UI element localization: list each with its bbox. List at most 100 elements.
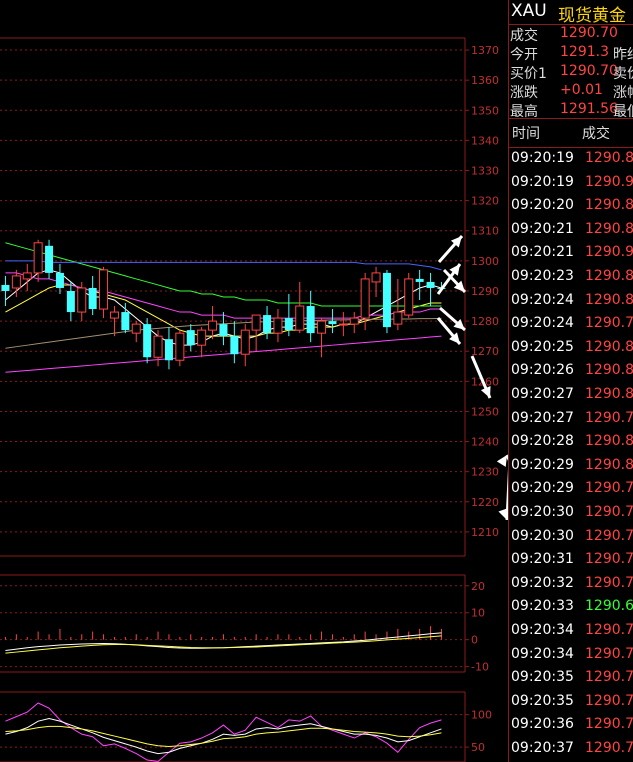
y-tick-label: 1310 — [471, 225, 499, 238]
tick-time: 09:20:34 — [511, 622, 574, 638]
tick-row: 09:20:34 1290.71 — [509, 643, 633, 666]
tick-row: 09:20:34 1290.70 — [509, 619, 633, 642]
candle-body — [66, 290, 75, 313]
quote-label: 买价1 — [510, 66, 547, 82]
tick-price: 1290.79 — [585, 409, 633, 426]
tick-time: 09:20:33 — [511, 598, 574, 615]
candle-body — [11, 275, 21, 289]
tick-price: 1290.91 — [585, 244, 633, 261]
tick-time: 09:20:19 — [511, 150, 574, 166]
y-tick-label: -10 — [471, 661, 489, 674]
quote-extra-label: 昨结 — [613, 47, 633, 63]
tick-time: 09:20:25 — [511, 338, 574, 355]
tick-time: 09:20:24 — [511, 315, 574, 332]
candle-body — [393, 311, 403, 325]
quote-extra-label: 涨幅 — [613, 85, 633, 101]
candle-body — [77, 287, 87, 313]
y-tick-label: 1220 — [471, 496, 499, 509]
quote-symbol: XAU — [511, 1, 547, 21]
tick-price: 1290.80 — [585, 362, 633, 379]
tick-row: 09:20:33 1290.68 — [509, 595, 633, 618]
candle-body — [349, 317, 359, 325]
tick-row: 09:20:37 1290.7 — [509, 737, 633, 760]
tick-price: 1290.79 — [585, 315, 633, 332]
y-tick-label: 10 — [471, 607, 485, 620]
ticks-header-time: 时间 — [512, 126, 540, 142]
candle-body — [109, 311, 119, 319]
tick-price: 1290.83 — [585, 291, 633, 308]
y-tick-label: 1360 — [471, 74, 499, 87]
candle-body — [284, 318, 293, 331]
tick-time: 09:20:23 — [511, 268, 574, 284]
tick-row: 09:20:24 1290.83 — [509, 289, 633, 312]
candle-body — [295, 305, 305, 331]
quote-label: 成交 — [510, 28, 538, 44]
tick-price: 1290.7 — [585, 740, 633, 756]
quote-row: 成交 1290.70 — [509, 24, 633, 44]
tick-row: 09:20:20 1290.89 — [509, 194, 633, 217]
candle-body — [121, 312, 130, 331]
candle-body — [240, 329, 250, 355]
y-tick-label: 1250 — [471, 405, 499, 418]
candle-body — [306, 306, 315, 334]
candle-body — [22, 272, 32, 280]
tick-time: 09:20:26 — [511, 362, 574, 379]
quote-value: +0.01 — [560, 82, 603, 98]
tick-time: 09:20:32 — [511, 574, 574, 591]
tick-row: 09:20:24 1290.79 — [509, 312, 633, 335]
y-tick-label: 1240 — [471, 436, 499, 449]
tick-price: 1290.70 — [585, 716, 633, 733]
tick-price: 1290.71 — [585, 645, 633, 662]
y-tick-label: 0 — [471, 634, 478, 647]
candle-body — [317, 320, 327, 334]
tick-time: 09:20:20 — [511, 197, 574, 214]
quote-row: 最高1291.56最低 — [509, 100, 633, 120]
tick-row: 09:20:28 1290.84 — [509, 430, 633, 453]
candle-body — [273, 317, 283, 334]
tick-time: 09:20:28 — [511, 433, 574, 450]
quote-row: 涨跌 +0.01 涨幅 — [509, 81, 633, 101]
tick-time: 09:20:24 — [511, 291, 574, 308]
candle-body — [99, 269, 109, 310]
tick-price: 1290.89 — [585, 197, 633, 214]
tick-row: 09:20:31 1290.73 — [509, 548, 633, 571]
tick-price: 1290.68 — [585, 598, 633, 615]
y-tick-label: 1280 — [471, 315, 499, 328]
candle-body — [338, 323, 348, 326]
y-tick-label: 1330 — [471, 165, 499, 178]
quote-extra-label: 卖价 — [613, 66, 633, 82]
candle-body — [175, 332, 185, 361]
tick-time: 09:20:21 — [511, 244, 574, 261]
y-tick-label: 50 — [471, 741, 485, 754]
tick-price: 1290.71 — [585, 574, 633, 591]
ticks-header-price: 成交 — [582, 126, 610, 142]
y-tick-label: 1340 — [471, 134, 499, 147]
tick-time: 09:20:27 — [511, 386, 574, 402]
candle-body — [415, 278, 424, 282]
tick-price: 1290.88 — [585, 150, 633, 166]
tick-row: 09:20:23 1290.89 — [509, 265, 633, 288]
tick-row: 09:20:26 1290.80 — [509, 359, 633, 382]
candle-body — [33, 242, 43, 274]
tick-price: 1290.92 — [585, 173, 633, 190]
tick-price: 1290.89 — [585, 268, 633, 284]
tick-price: 1290.78 — [585, 504, 633, 520]
tick-row: 09:20:35 1290.70 — [509, 690, 633, 713]
ticks-header: 时间 成交 — [509, 118, 633, 148]
tick-price: 1290.80 — [585, 456, 633, 473]
tick-row: 09:20:25 1290.82 — [509, 336, 633, 359]
tick-time: 09:20:30 — [511, 527, 574, 544]
y-tick-label: 1210 — [471, 526, 499, 539]
y-tick-label: 1320 — [471, 195, 499, 208]
tick-row: 09:20:32 1290.71 — [509, 572, 633, 595]
quote-label: 涨跌 — [510, 85, 538, 101]
candle-body — [88, 287, 97, 310]
y-tick-label: 1300 — [471, 255, 499, 268]
tick-time: 09:20:37 — [511, 740, 574, 756]
y-tick-label: 1270 — [471, 345, 499, 358]
candle-body — [404, 278, 414, 316]
tick-time: 09:20:35 — [511, 669, 574, 686]
indicator-line — [5, 702, 442, 762]
tick-time: 09:20:35 — [511, 692, 574, 709]
annotation-arrowhead — [498, 508, 508, 520]
